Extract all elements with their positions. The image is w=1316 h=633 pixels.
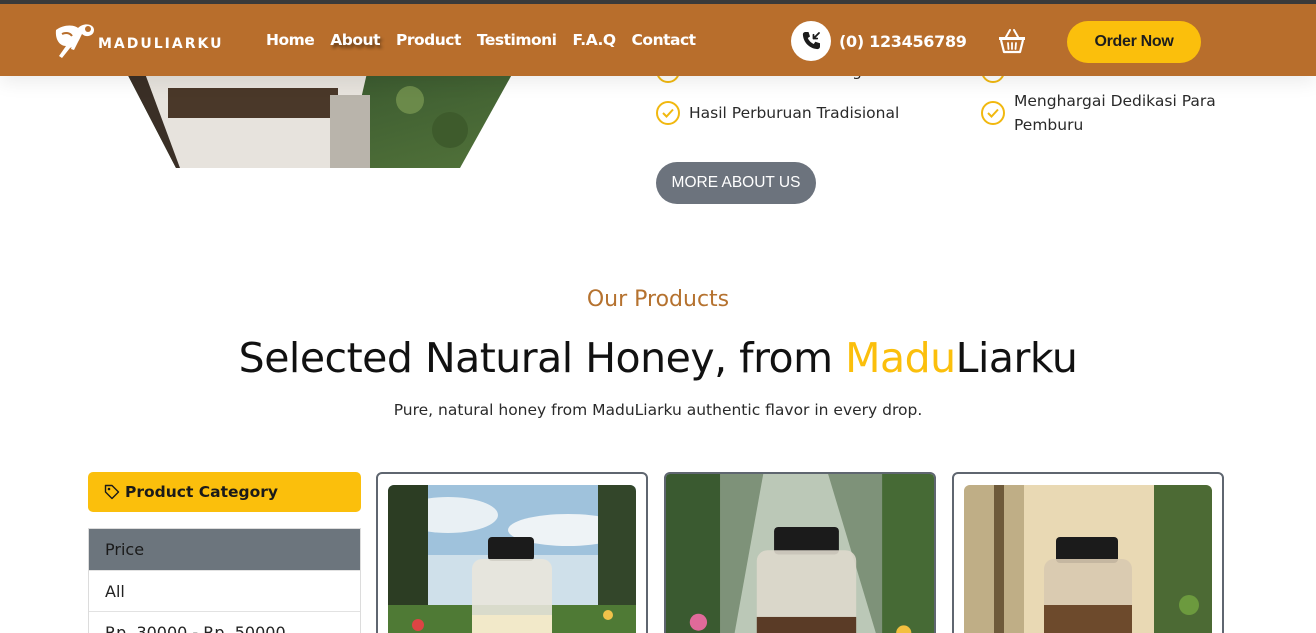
feature-label: Hasil Perburuan Tradisional xyxy=(689,104,900,122)
phone-number: (0) 123456789 xyxy=(839,31,967,51)
feature-item: Hasil Perburuan Tradisional xyxy=(656,101,899,125)
product-category-label: Product Category xyxy=(125,483,279,501)
nav-testimoni[interactable]: Testimoni xyxy=(477,31,557,49)
order-now-button[interactable]: Order Now xyxy=(1067,21,1201,63)
product-category-button[interactable]: Product Category xyxy=(88,472,361,512)
logo-text: MADULIARKU xyxy=(98,36,224,52)
product-image xyxy=(388,485,636,633)
product-image xyxy=(964,485,1212,633)
product-card[interactable] xyxy=(664,472,936,633)
more-about-us-button[interactable]: MORE ABOUT US xyxy=(656,162,816,204)
nav-home[interactable]: Home xyxy=(266,31,315,49)
section-subtitle: Pure, natural honey from MaduLiarku auth… xyxy=(393,401,923,419)
product-image xyxy=(666,474,934,633)
price-filter: Price All Rp. 30000 - Rp. 50000 xyxy=(88,528,361,633)
nav-faq[interactable]: F.A.Q xyxy=(573,31,617,49)
product-card[interactable] xyxy=(952,472,1224,633)
phone-incoming-icon xyxy=(791,21,831,61)
logo[interactable]: MADULIARKU xyxy=(50,20,223,62)
tag-icon xyxy=(104,484,120,500)
main-nav: Home About Product Testimoni F.A.Q Conta… xyxy=(266,31,712,49)
filter-option-all[interactable]: All xyxy=(89,570,360,611)
nav-contact[interactable]: Contact xyxy=(632,31,697,49)
about-hexagon-image xyxy=(120,60,520,168)
feature-item: Menghargai Dedikasi Para Pemburu xyxy=(981,89,1231,137)
phone-contact[interactable]: (0) 123456789 xyxy=(791,21,967,61)
basket-icon[interactable] xyxy=(997,27,1027,55)
nav-about[interactable]: About xyxy=(330,31,380,49)
section-eyebrow: Our Products xyxy=(586,287,730,312)
product-card[interactable] xyxy=(376,472,648,633)
headline-prefix: Selected Natural Honey, from xyxy=(238,334,846,382)
headline-suffix: Liarku xyxy=(955,334,1078,382)
check-circle-icon xyxy=(656,101,680,125)
nav-product[interactable]: Product xyxy=(396,31,461,49)
check-circle-icon xyxy=(981,101,1005,125)
site-header: MADULIARKU Home About Product Testimoni … xyxy=(0,4,1316,76)
logo-mark-icon xyxy=(55,24,94,58)
feature-label: Menghargai Dedikasi Para Pemburu xyxy=(1014,92,1216,134)
filter-option-range[interactable]: Rp. 30000 - Rp. 50000 xyxy=(89,611,360,633)
section-headline: Selected Natural Honey, from MaduLiarku xyxy=(0,334,1316,382)
headline-accent: Madu xyxy=(845,334,956,382)
filter-title: Price xyxy=(89,529,360,570)
